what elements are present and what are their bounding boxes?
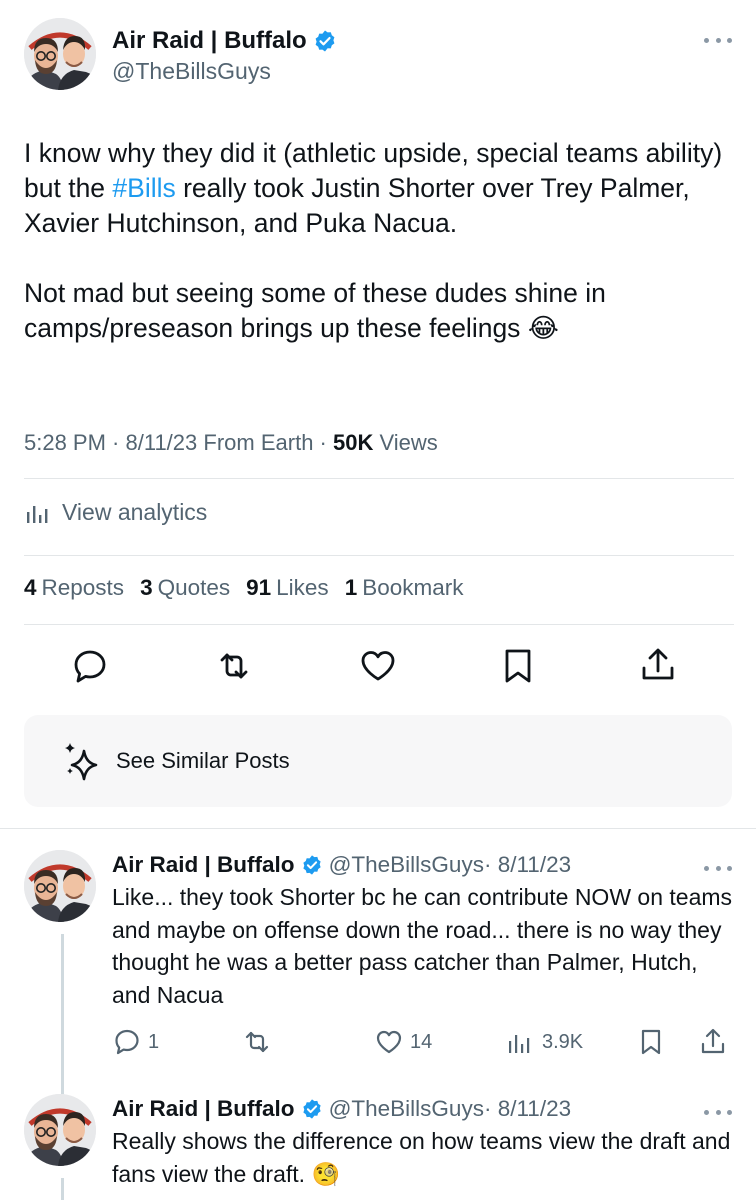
thread-line bbox=[61, 1178, 64, 1200]
sparkle-icon bbox=[65, 743, 98, 781]
divider bbox=[24, 478, 734, 479]
quotes-stat[interactable]: 3 Quotes bbox=[140, 575, 230, 601]
share-button[interactable] bbox=[698, 1024, 734, 1060]
analytics-icon bbox=[27, 506, 48, 523]
more-options-icon[interactable] bbox=[702, 30, 734, 50]
reply-post[interactable]: Air Raid | Buffalo @TheBillsGuys · 8/11/… bbox=[24, 1094, 734, 1194]
hashtag-link[interactable]: #Bills bbox=[112, 173, 175, 203]
reply-author-handle[interactable]: @TheBillsGuys bbox=[329, 1094, 484, 1124]
like-button[interactable]: 14 bbox=[374, 1024, 432, 1060]
verified-icon[interactable] bbox=[301, 854, 323, 876]
tweet-header: Air Raid | Buffalo @TheBillsGuys bbox=[24, 16, 734, 96]
author-handle[interactable]: @TheBillsGuys bbox=[112, 56, 337, 86]
author-block: Air Raid | Buffalo @TheBillsGuys bbox=[112, 26, 337, 86]
divider bbox=[0, 828, 756, 829]
share-button[interactable] bbox=[638, 646, 678, 686]
engagement-stats: 4 Reposts 3 Quotes 91 Likes 1 Bookmark bbox=[24, 575, 480, 601]
reply-text: Like... they took Shorter bc he can cont… bbox=[112, 884, 733, 1008]
reply-text-part: Really shows the difference on how teams… bbox=[112, 1128, 731, 1187]
tweet-source: From Earth bbox=[203, 430, 314, 455]
avatar[interactable] bbox=[24, 1094, 96, 1166]
view-analytics-label: View analytics bbox=[62, 498, 208, 525]
reply-icon bbox=[74, 650, 106, 683]
verified-icon[interactable] bbox=[313, 29, 337, 53]
divider bbox=[24, 624, 734, 625]
reply-text: Really shows the difference on how teams… bbox=[112, 1125, 734, 1190]
repost-icon bbox=[220, 653, 248, 679]
analytics-icon bbox=[509, 1035, 530, 1053]
avatar[interactable] bbox=[24, 18, 96, 90]
repost-button[interactable] bbox=[214, 646, 254, 686]
heart-icon bbox=[361, 651, 395, 681]
more-options-icon[interactable] bbox=[702, 1102, 734, 1122]
reply-author-handle[interactable]: @TheBillsGuys bbox=[329, 850, 484, 880]
reposts-stat[interactable]: 4 Reposts bbox=[24, 575, 124, 601]
share-icon bbox=[642, 648, 674, 680]
reply-action-bar: 1 14 3.9K bbox=[112, 1024, 732, 1060]
reply-date[interactable]: · 8/11/23 bbox=[484, 850, 571, 880]
see-similar-posts-button[interactable]: See Similar Posts bbox=[24, 715, 732, 807]
more-options-icon[interactable] bbox=[702, 858, 734, 878]
reply-author-name[interactable]: Air Raid | Buffalo bbox=[112, 1094, 295, 1124]
tweet-action-bar bbox=[58, 646, 688, 686]
bookmark-icon bbox=[505, 649, 531, 683]
tweet-text-part: Not mad but seeing some of these dudes s… bbox=[24, 278, 606, 343]
see-similar-posts-label: See Similar Posts bbox=[116, 748, 290, 773]
tweet-meta: 5:28 PM · 8/11/23 From Earth · 50K Views bbox=[24, 430, 438, 455]
avatar[interactable] bbox=[24, 850, 96, 922]
reply-icon bbox=[115, 1029, 139, 1055]
divider bbox=[24, 555, 734, 556]
reply-post[interactable]: Air Raid | Buffalo @TheBillsGuys · 8/11/… bbox=[24, 850, 734, 1008]
bookmark-button[interactable] bbox=[498, 646, 538, 686]
bookmarks-stat[interactable]: 1 Bookmark bbox=[345, 575, 464, 601]
like-button[interactable] bbox=[358, 646, 398, 686]
emoji: 😂 bbox=[527, 313, 559, 343]
view-analytics-button[interactable]: View analytics bbox=[24, 498, 207, 526]
bookmark-icon bbox=[641, 1029, 661, 1055]
views-button[interactable]: 3.9K bbox=[506, 1024, 583, 1060]
heart-icon bbox=[376, 1030, 402, 1054]
views-count: 50K bbox=[333, 430, 374, 455]
view-count: 3.9K bbox=[542, 1030, 584, 1053]
author-name[interactable]: Air Raid | Buffalo bbox=[112, 26, 307, 56]
reply-button[interactable]: 1 bbox=[112, 1024, 159, 1060]
like-count: 14 bbox=[410, 1030, 433, 1053]
reply-button[interactable] bbox=[70, 646, 110, 686]
bookmark-button[interactable] bbox=[636, 1024, 672, 1060]
thread-line bbox=[61, 934, 64, 1094]
reply-author-name[interactable]: Air Raid | Buffalo bbox=[112, 850, 295, 880]
tweet-date[interactable]: 8/11/23 bbox=[126, 430, 198, 455]
reply-date[interactable]: · 8/11/23 bbox=[484, 1094, 571, 1124]
tweet-time[interactable]: 5:28 PM bbox=[24, 430, 106, 455]
likes-stat[interactable]: 91 Likes bbox=[246, 575, 329, 601]
views-label: Views bbox=[379, 430, 438, 455]
repost-button[interactable] bbox=[242, 1024, 278, 1060]
share-icon bbox=[701, 1028, 725, 1054]
verified-icon[interactable] bbox=[301, 1098, 323, 1120]
repost-icon bbox=[245, 1031, 269, 1053]
tweet-text: I know why they did it (athletic upside,… bbox=[24, 136, 734, 381]
reply-count: 1 bbox=[148, 1030, 160, 1053]
emoji: 🧐 bbox=[311, 1160, 341, 1187]
